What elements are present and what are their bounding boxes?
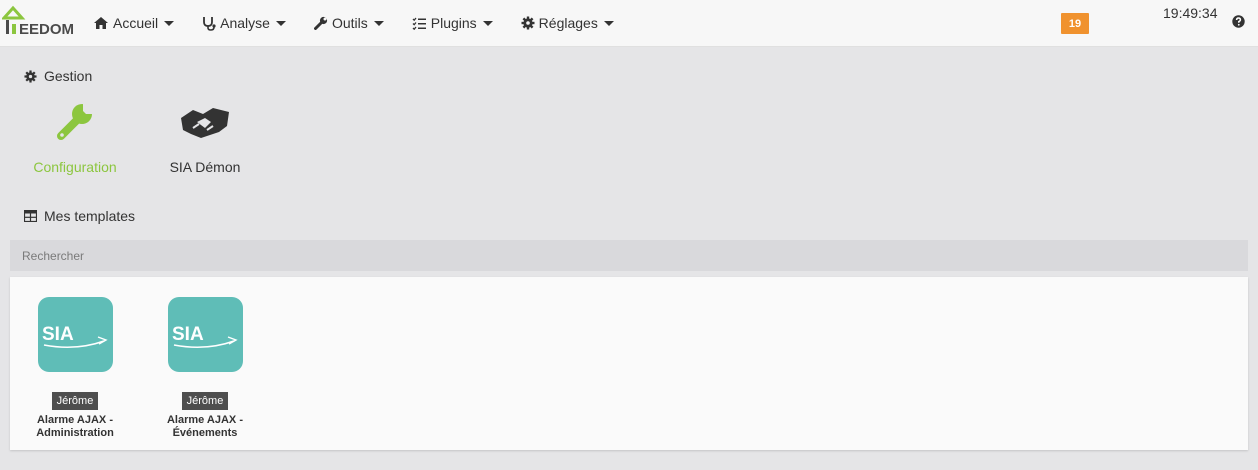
- template-card-evenements[interactable]: SIA Jérôme Alarme AJAX - Événements: [150, 297, 260, 440]
- svg-text:SIA: SIA: [172, 324, 204, 345]
- menu-analyse-label: Analyse: [220, 15, 270, 31]
- templates-title: Mes templates: [44, 208, 136, 224]
- menu-reglages[interactable]: Réglages: [521, 15, 614, 31]
- author-badge: Jérôme: [181, 392, 229, 410]
- gestion-title: Gestion: [44, 68, 93, 84]
- main-menu: Accueil Analyse Outils Plugins Réglages: [93, 0, 642, 46]
- home-icon: [94, 17, 108, 29]
- menu-plugins[interactable]: Plugins: [412, 15, 493, 31]
- chevron-down-icon: [482, 20, 493, 26]
- sia-logo-icon: SIA: [172, 324, 238, 348]
- menu-accueil[interactable]: Accueil: [93, 15, 175, 31]
- template-name: Alarme AJAX - Événements: [166, 414, 243, 439]
- configuration-label: Configuration: [33, 159, 117, 175]
- wrench-icon: [313, 16, 328, 30]
- sia-demon-label: SIA Démon: [169, 159, 241, 175]
- jeedom-logo[interactable]: EEDOM: [0, 4, 75, 40]
- tasks-icon: [412, 17, 426, 30]
- table-icon: [24, 210, 37, 222]
- logo-text: EEDOM: [19, 21, 75, 38]
- sia-demon-card[interactable]: SIA Démon: [150, 100, 260, 175]
- sia-logo-tile: SIA: [167, 297, 243, 372]
- template-card-administration[interactable]: SIA Jérôme Alarme AJAX - Administration: [20, 297, 130, 440]
- question-circle-icon[interactable]: [1232, 15, 1245, 33]
- menu-analyse[interactable]: Analyse: [202, 15, 286, 31]
- menu-plugins-label: Plugins: [430, 15, 477, 31]
- templates-heading: Mes templates: [24, 208, 135, 224]
- sia-logo-tile: SIA: [37, 297, 113, 372]
- chevron-down-icon: [373, 20, 384, 26]
- templates-panel: SIA Jérôme Alarme AJAX - Administration …: [10, 277, 1248, 450]
- clock: 19:49:34: [1163, 5, 1218, 21]
- menu-accueil-label: Accueil: [113, 15, 159, 31]
- chevron-down-icon: [275, 20, 286, 26]
- author-badge: Jérôme: [51, 392, 99, 410]
- template-name: Alarme AJAX - Administration: [36, 414, 114, 439]
- menu-outils[interactable]: Outils: [313, 15, 384, 31]
- svg-text:SIA: SIA: [42, 324, 74, 345]
- gear-icon: [24, 69, 37, 83]
- menu-outils-label: Outils: [331, 15, 368, 31]
- menu-reglages-label: Réglages: [538, 15, 598, 31]
- top-navbar: EEDOM Accueil Analyse Outils Plugins Rég…: [0, 0, 1258, 47]
- gestion-heading: Gestion: [24, 68, 92, 84]
- chevron-down-icon: [164, 20, 175, 26]
- configuration-card[interactable]: Configuration: [20, 100, 130, 175]
- wrench-icon: [57, 102, 95, 140]
- chevron-down-icon: [603, 20, 614, 26]
- stethoscope-icon: [203, 16, 216, 31]
- handshake-icon: [181, 108, 229, 138]
- search-input[interactable]: [10, 240, 1248, 271]
- gear-icon: [521, 16, 535, 30]
- notification-badge[interactable]: 19: [1061, 13, 1089, 34]
- sia-logo-icon: SIA: [42, 324, 108, 348]
